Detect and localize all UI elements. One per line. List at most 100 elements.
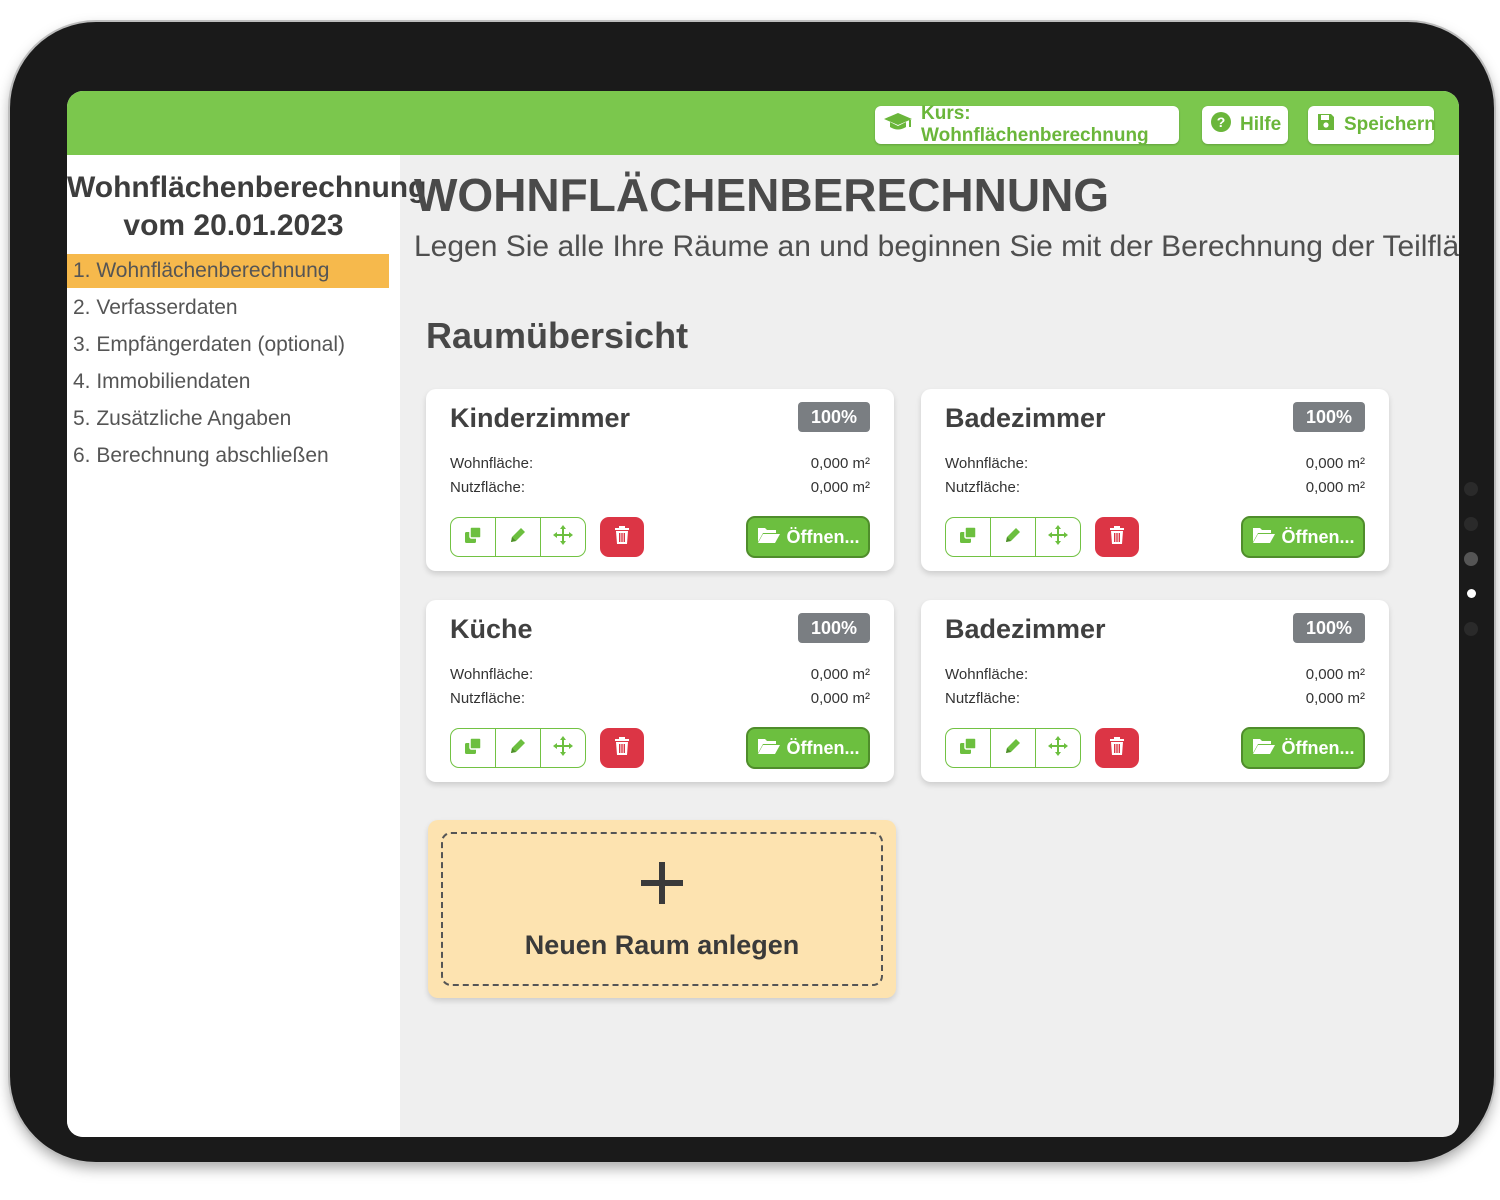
edit-button[interactable] <box>991 729 1036 767</box>
new-room-card[interactable]: Neuen Raum anlegen <box>428 820 896 998</box>
sidebar-item-immobiliendaten[interactable]: 4. Immobiliendaten <box>67 365 389 399</box>
page-subtitle: Legen Sie alle Ihre Räume an und beginne… <box>414 230 1459 263</box>
tablet-frame: Kurs: Wohnflächenberechnung ? Hilfe Spei… <box>10 22 1494 1162</box>
room-card: Badezimmer 100% Wohnfläche: 0,000 m² Nutzflä… <box>921 389 1389 571</box>
delete-button[interactable] <box>1095 517 1139 557</box>
delete-button[interactable] <box>600 728 644 768</box>
trash-icon <box>613 736 631 761</box>
nutzflaeche-value: 0,000 m² <box>810 479 870 496</box>
edit-button[interactable] <box>496 729 541 767</box>
edit-button[interactable] <box>991 518 1036 556</box>
copy-icon <box>958 525 978 550</box>
wohnflaeche-value: 0,000 m² <box>1305 455 1365 472</box>
pencil-icon <box>508 736 528 761</box>
open-button[interactable]: Öffnen... <box>746 727 870 769</box>
duplicate-button[interactable] <box>451 729 496 767</box>
top-bar: Kurs: Wohnflächenberechnung ? Hilfe Spei… <box>67 91 1459 155</box>
open-button[interactable]: Öffnen... <box>1241 516 1365 558</box>
completion-badge: 100% <box>1293 613 1365 643</box>
course-button[interactable]: Kurs: Wohnflächenberechnung <box>875 103 1179 146</box>
wohnflaeche-label: Wohnfläche: <box>945 666 1029 683</box>
wohnflaeche-label: Wohnfläche: <box>945 455 1029 472</box>
save-button-label: Speichern <box>1344 114 1436 135</box>
graduation-cap-icon <box>883 111 913 139</box>
sidebar-item-verfasserdaten[interactable]: 2. Verfasserdaten <box>67 291 389 325</box>
page-title: WOHNFLÄCHENBERECHNUNG <box>414 169 1110 221</box>
wohnflaeche-label: Wohnfläche: <box>450 666 534 683</box>
sidebar-title: Wohnflächenberechnung vom 20.01.2023 <box>67 169 426 245</box>
floppy-disk-icon <box>1316 112 1336 138</box>
open-button-label: Öffnen... <box>786 737 860 758</box>
delete-button[interactable] <box>600 517 644 557</box>
room-name: Kinderzimmer <box>450 403 631 433</box>
copy-icon <box>958 736 978 761</box>
room-name: Badezimmer <box>945 403 1106 433</box>
open-button[interactable]: Öffnen... <box>1241 727 1365 769</box>
app-screen: Kurs: Wohnflächenberechnung ? Hilfe Spei… <box>67 91 1459 1137</box>
question-circle-icon: ? <box>1210 111 1232 139</box>
nutzflaeche-label: Nutzfläche: <box>945 690 1021 707</box>
arrows-move-icon <box>1047 524 1069 551</box>
new-room-dashed-area: Neuen Raum anlegen <box>441 832 883 986</box>
trash-icon <box>613 525 631 550</box>
trash-icon <box>1108 525 1126 550</box>
wohnflaeche-value: 0,000 m² <box>1305 666 1365 683</box>
new-room-label: Neuen Raum anlegen <box>524 930 800 960</box>
plus-icon <box>443 860 881 911</box>
copy-icon <box>463 525 483 550</box>
duplicate-button[interactable] <box>946 729 991 767</box>
delete-button[interactable] <box>1095 728 1139 768</box>
course-button-label: Kurs: Wohnflächenberechnung <box>921 103 1149 146</box>
trash-icon <box>1108 736 1126 761</box>
open-button-label: Öffnen... <box>786 526 860 547</box>
open-button[interactable]: Öffnen... <box>746 516 870 558</box>
tablet-side-dot <box>1464 482 1478 496</box>
copy-icon <box>463 736 483 761</box>
move-button[interactable] <box>1036 729 1080 767</box>
room-action-group <box>450 728 586 768</box>
duplicate-button[interactable] <box>451 518 496 556</box>
room-name: Badezimmer <box>945 614 1106 644</box>
nutzflaeche-value: 0,000 m² <box>1305 690 1365 707</box>
arrows-move-icon <box>1047 735 1069 762</box>
room-action-group <box>450 517 586 557</box>
room-card: Badezimmer 100% Wohnfläche: 0,000 m² Nutzflä… <box>921 600 1389 782</box>
save-button[interactable]: Speichern <box>1308 106 1436 144</box>
pencil-icon <box>1003 736 1023 761</box>
completion-badge: 100% <box>798 613 870 643</box>
wohnflaeche-label: Wohnfläche: <box>450 455 534 472</box>
sidebar-title-line2: vom 20.01.2023 <box>123 209 344 242</box>
room-card: Kinderzimmer 100% Wohnfläche: 0,000 m² Nutzf… <box>426 389 894 571</box>
nutzflaeche-value: 0,000 m² <box>810 690 870 707</box>
tablet-side-dot <box>1464 622 1478 636</box>
pencil-icon <box>508 525 528 550</box>
pencil-icon <box>1003 525 1023 550</box>
edit-button[interactable] <box>496 518 541 556</box>
help-button[interactable]: ? Hilfe <box>1202 106 1288 144</box>
folder-open-icon <box>1252 526 1276 549</box>
sidebar-item-berechnung-abschliessen[interactable]: 6. Berechnung abschließen <box>67 439 389 473</box>
wohnflaeche-value: 0,000 m² <box>810 666 870 683</box>
folder-open-icon <box>1252 737 1276 760</box>
nutzflaeche-value: 0,000 m² <box>1305 479 1365 496</box>
sidebar: Wohnflächenberechnung vom 20.01.2023 1. … <box>67 155 426 1137</box>
sidebar-item-wohnflaechenberechnung[interactable]: 1. Wohnflächenberechnung <box>67 254 389 288</box>
room-name: Küche <box>450 614 533 644</box>
section-title: Raumübersicht <box>426 315 689 356</box>
tablet-side-dot <box>1464 517 1478 531</box>
duplicate-button[interactable] <box>946 518 991 556</box>
move-button[interactable] <box>541 729 585 767</box>
folder-open-icon <box>757 526 781 549</box>
folder-open-icon <box>757 737 781 760</box>
move-button[interactable] <box>1036 518 1080 556</box>
nutzflaeche-label: Nutzfläche: <box>450 690 526 707</box>
nutzflaeche-label: Nutzfläche: <box>945 479 1021 496</box>
sidebar-item-zusaetzliche-angaben[interactable]: 5. Zusätzliche Angaben <box>67 402 389 436</box>
svg-text:?: ? <box>1217 114 1226 130</box>
sidebar-item-empfaengerdaten[interactable]: 3. Empfängerdaten (optional) <box>67 328 389 362</box>
move-button[interactable] <box>541 518 585 556</box>
nutzflaeche-label: Nutzfläche: <box>450 479 526 496</box>
arrows-move-icon <box>552 735 574 762</box>
room-action-group <box>945 517 1081 557</box>
open-button-label: Öffnen... <box>1281 526 1355 547</box>
